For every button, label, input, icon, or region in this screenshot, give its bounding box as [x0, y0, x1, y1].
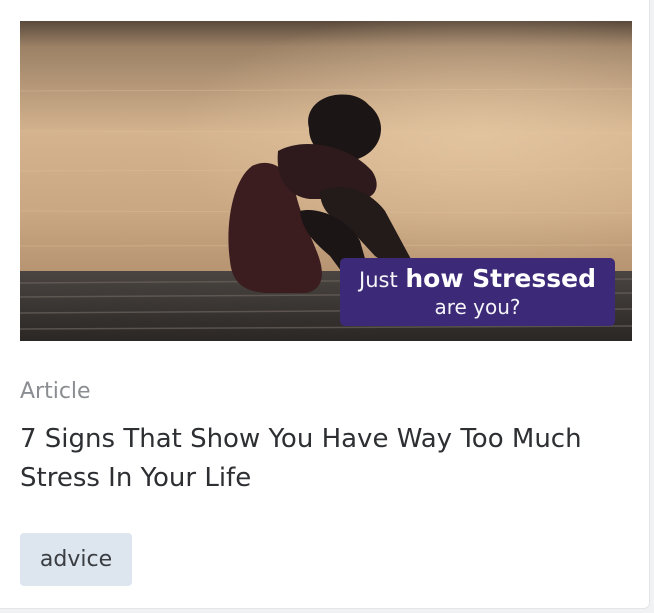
article-type-label: Article: [20, 379, 91, 404]
overlay-prefix: Just: [359, 268, 398, 292]
tag-advice[interactable]: advice: [20, 533, 132, 586]
article-title[interactable]: 7 Signs That Show You Have Way Too Much …: [20, 420, 620, 498]
overlay-line2: are you?: [434, 295, 521, 319]
overlay-line1: Just how Stressed: [340, 264, 615, 295]
overlay-caption: Just how Stressed are you?: [340, 258, 615, 326]
article-card: Just how Stressed are you? Article 7 Sig…: [0, 0, 650, 609]
overlay-bold: how Stressed: [405, 264, 596, 293]
article-image[interactable]: Just how Stressed are you?: [20, 21, 632, 341]
